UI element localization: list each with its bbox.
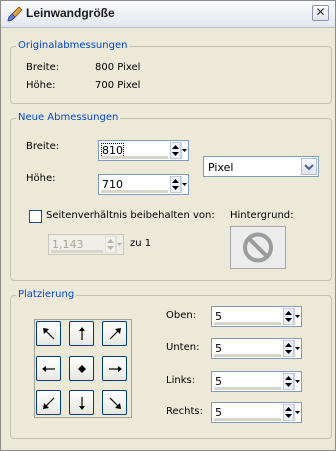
title-bar[interactable]: Leinwandgröße ✕: [1, 1, 335, 28]
place-center-button[interactable]: [69, 356, 94, 381]
original-dimensions-legend: Originalabmessungen: [16, 40, 130, 52]
margin-top-slider-track[interactable]: [214, 322, 281, 325]
unit-select[interactable]: Pixel: [203, 156, 319, 177]
arrow-left-icon: [42, 366, 55, 372]
place-top-button[interactable]: [69, 321, 94, 346]
place-bottom-right-button[interactable]: [102, 390, 127, 415]
original-height-value: 700 Pixel: [95, 80, 141, 91]
background-color-swatch[interactable]: [230, 226, 286, 269]
no-color-icon: [243, 232, 273, 263]
new-height-slider-track[interactable]: [101, 190, 168, 193]
placement-legend: Platzierung: [16, 289, 77, 301]
close-button[interactable]: ✕: [312, 5, 329, 21]
arrow-up-right-icon: [109, 328, 121, 340]
ratio-suffix-label: zu 1: [130, 238, 152, 249]
new-height-spinner[interactable]: 710: [98, 174, 189, 195]
margin-top-label: Oben:: [166, 310, 197, 321]
arrow-down-icon: [79, 397, 85, 410]
margin-bottom-slider-track[interactable]: [214, 354, 281, 357]
spin-arrows-icon[interactable]: [170, 142, 187, 159]
unit-selected-value: Pixel: [208, 161, 234, 174]
arrow-down-left-icon: [43, 397, 55, 409]
new-dimensions-legend: Neue Abmessungen: [16, 112, 121, 124]
spin-arrows-icon[interactable]: [283, 308, 300, 325]
arrow-up-left-icon: [43, 328, 55, 340]
keep-ratio-checkbox[interactable]: [29, 210, 42, 223]
new-width-label: Breite:: [26, 141, 60, 152]
arrow-up-icon: [79, 327, 85, 340]
place-right-button[interactable]: [102, 356, 127, 381]
place-top-left-button[interactable]: [36, 321, 61, 346]
center-dot-icon: [78, 365, 86, 373]
margin-bottom-spinner[interactable]: 5: [211, 338, 302, 359]
original-dimensions-group: Originalabmessungen: [10, 40, 332, 104]
canvas-size-dialog: Leinwandgröße ✕ Originalabmessungen Brei…: [0, 0, 336, 451]
background-label: Hintergrund:: [230, 210, 294, 221]
margin-top-spinner[interactable]: 5: [211, 306, 302, 327]
arrow-right-icon: [109, 366, 122, 372]
spin-arrows-icon[interactable]: [170, 176, 187, 193]
keep-ratio-label[interactable]: Seitenverhältnis beibehalten von:: [46, 210, 215, 222]
margin-left-label: Links:: [166, 375, 196, 386]
original-width-label: Breite:: [26, 62, 60, 73]
place-left-button[interactable]: [36, 356, 61, 381]
window-title: Leinwandgröße: [26, 6, 115, 20]
margin-left-spinner[interactable]: 5: [211, 371, 302, 392]
place-top-right-button[interactable]: [102, 321, 127, 346]
spin-arrows-icon[interactable]: [283, 373, 300, 390]
original-height-label: Höhe:: [26, 80, 56, 91]
margin-right-spinner[interactable]: 5: [211, 402, 302, 423]
spin-arrows-icon: [105, 236, 122, 253]
spin-arrows-icon[interactable]: [283, 404, 300, 421]
close-icon: ✕: [315, 5, 326, 19]
margin-left-slider-track[interactable]: [214, 387, 281, 390]
new-width-spinner[interactable]: 810: [98, 140, 189, 161]
margin-right-label: Rechts:: [166, 406, 203, 417]
spin-arrows-icon[interactable]: [283, 340, 300, 357]
new-width-slider-track[interactable]: [101, 156, 168, 159]
margin-bottom-label: Unten:: [166, 342, 200, 353]
original-width-value: 800 Pixel: [95, 62, 141, 73]
ratio-slider-track: [51, 250, 103, 253]
new-height-label: Höhe:: [26, 173, 56, 184]
chevron-down-icon[interactable]: [301, 158, 317, 175]
place-bottom-button[interactable]: [69, 390, 94, 415]
place-bottom-left-button[interactable]: [36, 390, 61, 415]
paint-brush-icon: [7, 6, 23, 22]
arrow-down-right-icon: [109, 397, 121, 409]
margin-right-slider-track[interactable]: [214, 418, 281, 421]
ratio-spinner: 1,143: [48, 234, 124, 255]
